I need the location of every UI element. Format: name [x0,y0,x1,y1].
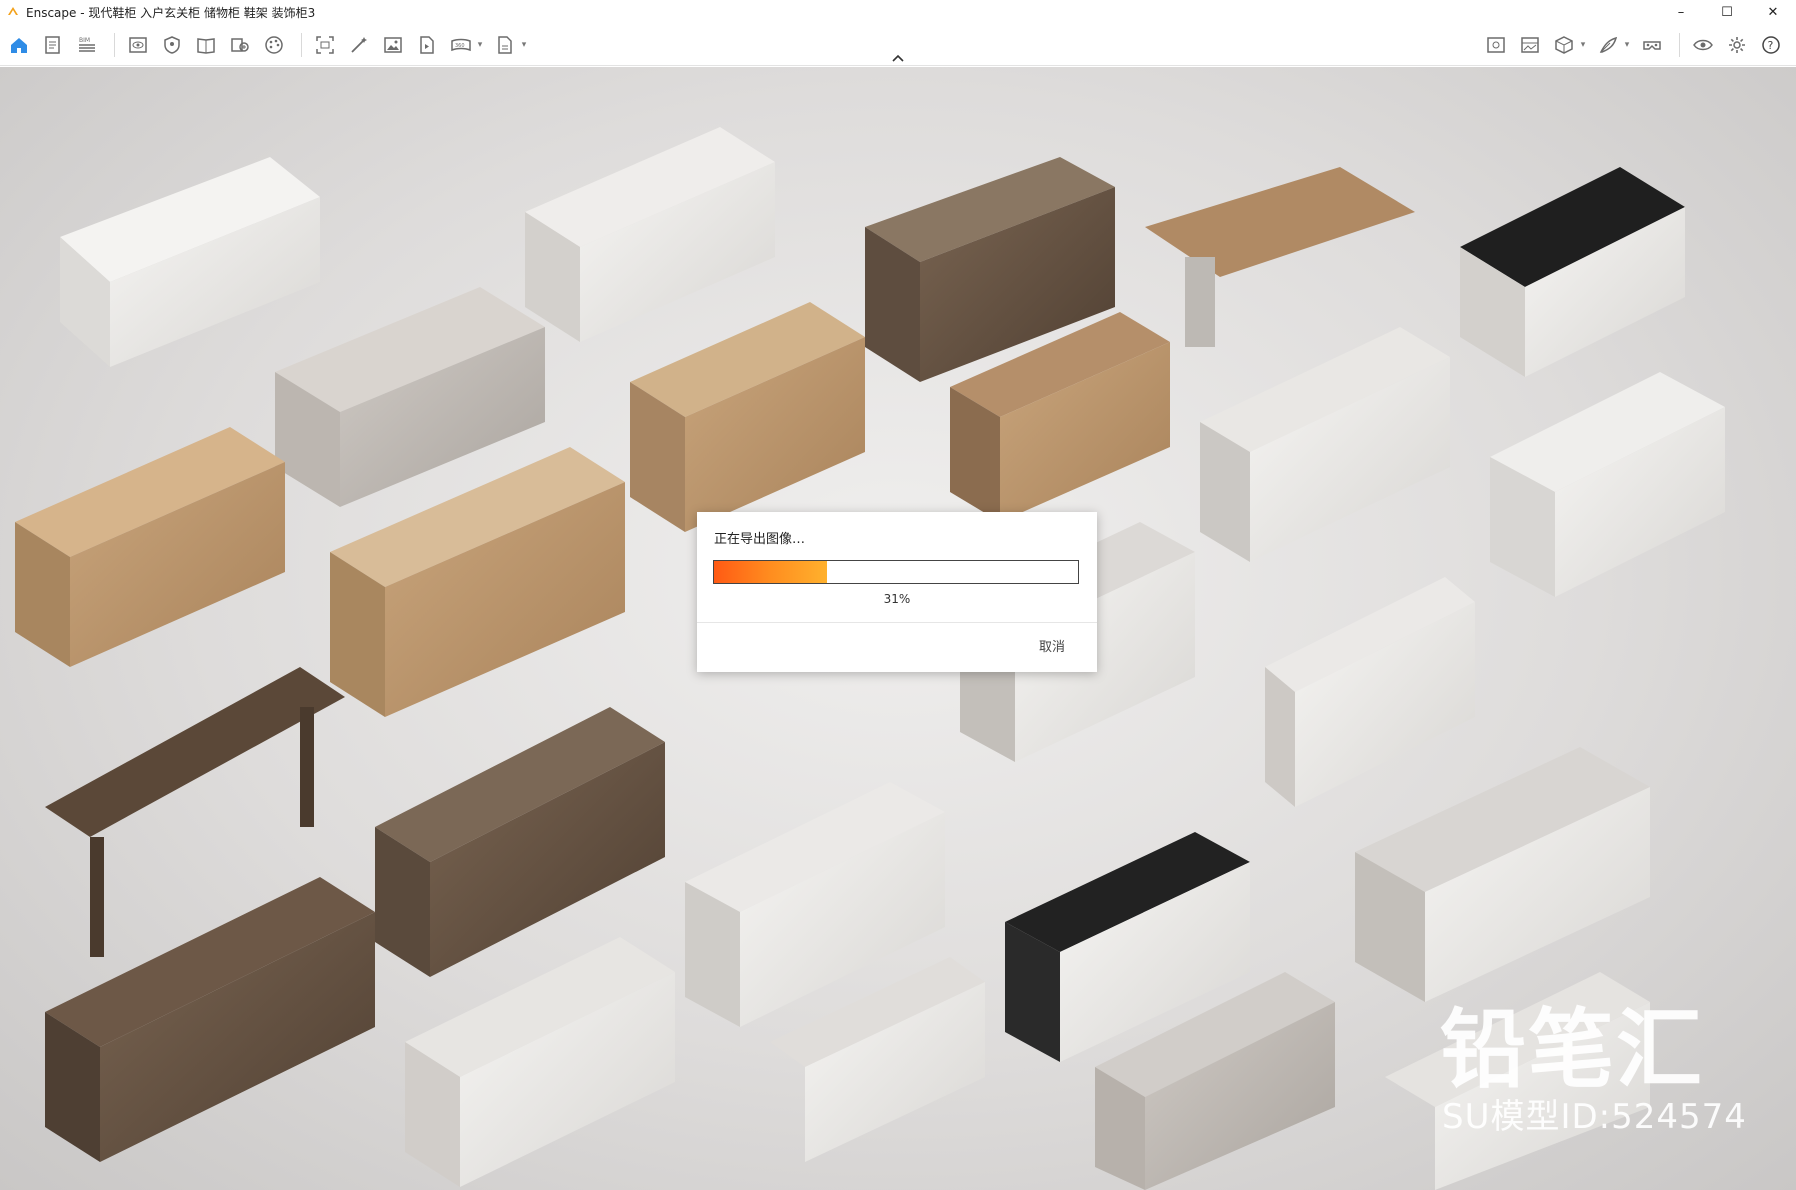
screenshot-icon [316,36,334,54]
watermark-model-id: SU模型ID:524574 [1442,1097,1747,1137]
feather-button[interactable] [1593,30,1623,60]
cabinet-model [1200,327,1450,562]
dialog-divider [697,622,1097,623]
svg-text:360: 360 [455,43,465,49]
cabinet-model [525,127,775,342]
cabinet-model [375,707,665,977]
main-toolbar: BIM 360 ▾ ▾ ▾ ▾ ? [0,24,1796,66]
image-compare-button[interactable] [1515,30,1545,60]
book-button[interactable] [191,30,221,60]
cabinet-model [15,427,285,667]
eye-icon [1693,39,1713,51]
feather-icon [1599,36,1618,53]
collapse-toolbar-button[interactable] [888,52,908,64]
video-file-icon [420,36,434,54]
toolbar-left-group: BIM 360 ▾ ▾ [4,30,534,60]
cancel-button[interactable]: 取消 [1039,636,1065,655]
progress-bar [713,560,1079,584]
view-settings-button[interactable] [1688,30,1718,60]
cabinet-model [1490,372,1725,597]
bim-icon: BIM [79,37,95,52]
view-management-button[interactable] [123,30,153,60]
eye-view-icon [129,37,147,53]
settings-gear-icon [1729,37,1745,53]
material-palette-icon [265,36,283,54]
toolbar-right-group: ▾ ▾ ? [1481,30,1790,60]
book-icon [197,38,215,54]
material-editor-button[interactable] [259,30,289,60]
svg-text:?: ? [1768,39,1774,52]
safe-mode-button[interactable] [157,30,187,60]
export-dropdown[interactable]: ▾ [520,30,528,60]
magic-wand-icon [351,37,367,53]
minimize-button[interactable]: – [1658,0,1704,24]
chevron-down-icon: ▾ [477,40,483,50]
asset-library-icon [231,38,249,52]
dialog-title: 正在导出图像… [714,532,806,547]
feather-dropdown[interactable]: ▾ [1623,30,1631,60]
progress-bar-fill [714,561,827,583]
video-editor-button[interactable] [412,30,442,60]
vr-headset-button[interactable] [1637,30,1667,60]
watermark-brand: 铅笔汇 [1440,1000,1704,1100]
cabinet-model [60,157,320,367]
bim-label: BIM [79,37,90,44]
image-icon [384,37,402,53]
cabinet-model [1265,577,1475,807]
visual-settings-icon [1487,37,1505,53]
table-model [1145,167,1415,347]
home-icon [11,38,27,53]
project-info-button[interactable] [38,30,68,60]
toolbar-separator [301,33,302,57]
enscape-logo-icon [8,7,18,15]
export-icon [498,36,512,54]
cabinet-model [1460,167,1685,377]
help-icon: ? [1762,36,1780,54]
export-button[interactable] [490,30,520,60]
panorama-button[interactable]: 360 [446,30,476,60]
home-button[interactable] [4,30,34,60]
visual-settings-button[interactable] [1481,30,1511,60]
view-mode-dropdown[interactable]: ▾ [1579,30,1587,60]
chevron-down-icon: ▾ [1624,40,1630,50]
window-controls: – ☐ ✕ [1658,0,1796,24]
cabinet-model [275,287,545,507]
render-image-button[interactable] [378,30,408,60]
screenshot-button[interactable] [310,30,340,60]
sketch-mode-button[interactable] [1549,30,1579,60]
close-button[interactable]: ✕ [1750,0,1796,24]
chevron-up-icon [892,54,904,62]
enhance-button[interactable] [344,30,374,60]
cube-icon [1555,36,1573,54]
bim-button[interactable]: BIM [72,30,102,60]
image-compare-icon [1521,37,1539,53]
chevron-down-icon: ▾ [1580,40,1586,50]
maximize-button[interactable]: ☐ [1704,0,1750,24]
document-icon [45,36,60,54]
chevron-down-icon: ▾ [521,40,527,50]
toolbar-separator [1679,33,1680,57]
cabinet-model [630,302,865,532]
cabinet-model [405,937,675,1187]
vr-headset-icon [1643,41,1661,50]
export-progress-dialog: 正在导出图像… 31% 取消 [697,512,1097,672]
cabinet-model [1355,747,1650,1002]
asset-library-button[interactable] [225,30,255,60]
general-settings-button[interactable] [1722,30,1752,60]
shield-icon [164,36,180,54]
panorama-dropdown[interactable]: ▾ [476,30,484,60]
help-button[interactable]: ? [1756,30,1786,60]
panorama-icon: 360 [451,38,471,52]
progress-percent-label: 31% [883,592,911,606]
title-bar: Enscape - 现代鞋柜 入户玄关柜 储物柜 鞋架 装饰柜3 – ☐ ✕ [0,0,1796,24]
toolbar-separator [114,33,115,57]
window-title: Enscape - 现代鞋柜 入户玄关柜 储物柜 鞋架 装饰柜3 [26,5,316,20]
